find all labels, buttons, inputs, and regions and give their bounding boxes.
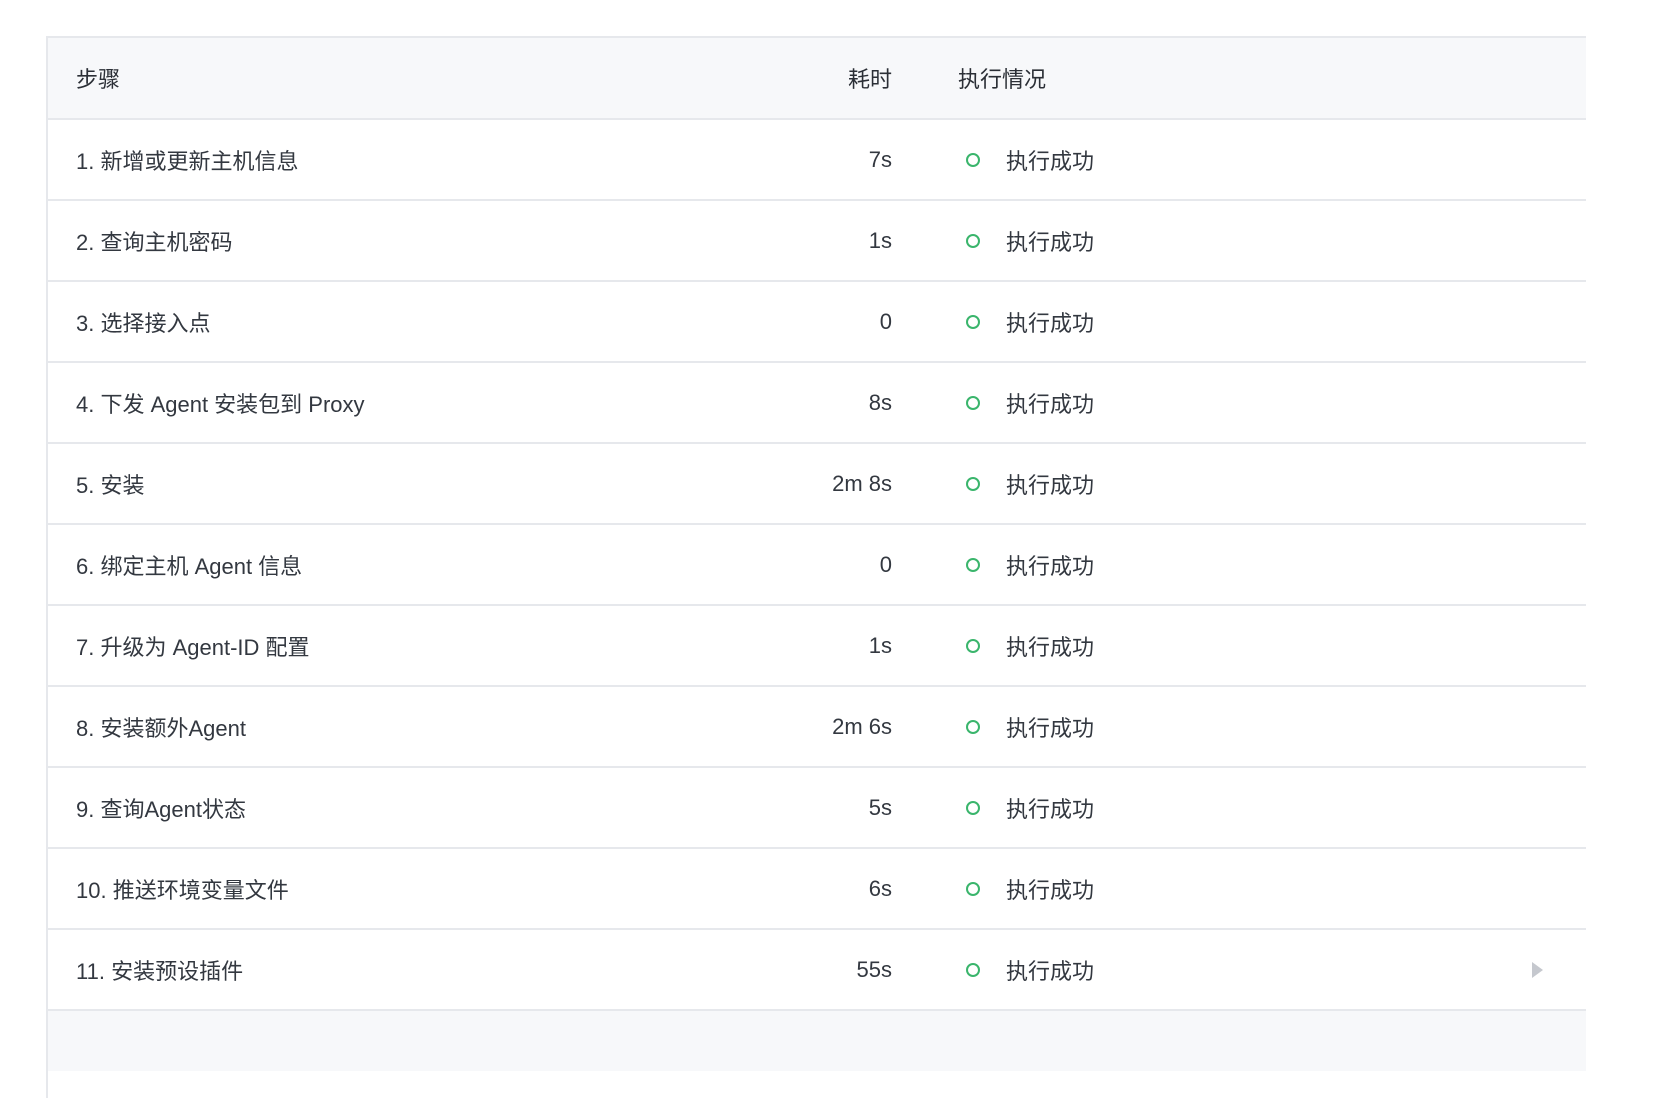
step-duration: 5s: [868, 794, 892, 820]
step-name: 8. 安装额外Agent: [76, 715, 246, 741]
success-circle-icon: [966, 719, 980, 734]
execution-steps-table: 步骤 耗时 执行情况 1. 新增或更新主机信息 7s 执行成功 2. 查询主机密…: [46, 36, 1586, 1098]
table-row: 1. 新增或更新主机信息 7s 执行成功: [48, 120, 1586, 201]
step-duration: 6s: [868, 875, 892, 901]
step-status: 执行成功: [958, 225, 1094, 257]
step-duration: 0: [879, 551, 892, 577]
step-duration: 55s: [856, 956, 892, 982]
caret-right-icon[interactable]: [1532, 961, 1543, 978]
status-text: 执行成功: [1006, 148, 1095, 174]
success-circle-icon: [966, 314, 980, 329]
step-name: 4. 下发 Agent 安装包到 Proxy: [76, 391, 365, 417]
table-row: 3. 选择接入点 0 执行成功: [48, 282, 1586, 363]
step-status: 执行成功: [958, 792, 1094, 824]
status-text: 执行成功: [1006, 796, 1095, 822]
step-status: 执行成功: [958, 306, 1094, 338]
table-row: 5. 安装 2m 8s 执行成功: [48, 444, 1586, 525]
step-status: 执行成功: [958, 468, 1094, 500]
header-status: 执行情况: [958, 67, 1047, 92]
step-name: 1. 新增或更新主机信息: [76, 148, 299, 174]
step-name: 6. 绑定主机 Agent 信息: [76, 553, 303, 579]
status-text: 执行成功: [1006, 472, 1095, 498]
success-circle-icon: [966, 233, 980, 248]
status-text: 执行成功: [1006, 634, 1095, 660]
step-duration: 1s: [868, 227, 892, 253]
success-circle-icon: [966, 962, 980, 977]
table-row: 9. 查询Agent状态 5s 执行成功: [48, 768, 1586, 849]
expanded-detail-area: [48, 1011, 1586, 1071]
step-name: 11. 安装预设插件: [76, 958, 244, 984]
step-duration: 1s: [868, 632, 892, 658]
header-step: 步骤: [76, 67, 121, 92]
table-row: 6. 绑定主机 Agent 信息 0 执行成功: [48, 525, 1586, 606]
table-row: 7. 升级为 Agent-ID 配置 1s 执行成功: [48, 606, 1586, 687]
success-circle-icon: [966, 800, 980, 815]
step-status: 执行成功: [958, 711, 1094, 743]
status-text: 执行成功: [1006, 229, 1095, 255]
step-duration: 2m 8s: [832, 470, 892, 496]
step-status: 执行成功: [958, 630, 1094, 662]
success-circle-icon: [966, 881, 980, 896]
status-text: 执行成功: [1006, 715, 1095, 741]
step-status: 执行成功: [958, 954, 1094, 986]
table-row: 2. 查询主机密码 1s 执行成功: [48, 201, 1586, 282]
status-text: 执行成功: [1006, 958, 1095, 984]
step-name: 3. 选择接入点: [76, 310, 211, 336]
step-name: 10. 推送环境变量文件: [76, 877, 289, 903]
step-status: 执行成功: [958, 387, 1094, 419]
step-duration: 8s: [868, 389, 892, 415]
success-circle-icon: [966, 557, 980, 572]
success-circle-icon: [966, 476, 980, 491]
step-name: 7. 升级为 Agent-ID 配置: [76, 634, 310, 660]
step-duration: 2m 6s: [832, 713, 892, 739]
step-name: 2. 查询主机密码: [76, 229, 233, 255]
table-row: 10. 推送环境变量文件 6s 执行成功: [48, 849, 1586, 930]
step-name: 5. 安装: [76, 472, 145, 498]
table-row-expandable[interactable]: 11. 安装预设插件 55s 执行成功: [48, 930, 1586, 1011]
success-circle-icon: [966, 638, 980, 653]
status-text: 执行成功: [1006, 877, 1095, 903]
success-circle-icon: [966, 152, 980, 167]
step-status: 执行成功: [958, 549, 1094, 581]
step-status: 执行成功: [958, 873, 1094, 905]
status-text: 执行成功: [1006, 553, 1095, 579]
table-row: 8. 安装额外Agent 2m 6s 执行成功: [48, 687, 1586, 768]
success-circle-icon: [966, 395, 980, 410]
header-duration: 耗时: [847, 67, 892, 92]
step-duration: 0: [879, 308, 892, 334]
table-row: 4. 下发 Agent 安装包到 Proxy 8s 执行成功: [48, 363, 1586, 444]
step-duration: 7s: [868, 146, 892, 172]
step-name: 9. 查询Agent状态: [76, 796, 246, 822]
status-text: 执行成功: [1006, 310, 1095, 336]
table-header-row: 步骤 耗时 执行情况: [48, 38, 1586, 120]
step-status: 执行成功: [958, 144, 1094, 176]
status-text: 执行成功: [1006, 391, 1095, 417]
